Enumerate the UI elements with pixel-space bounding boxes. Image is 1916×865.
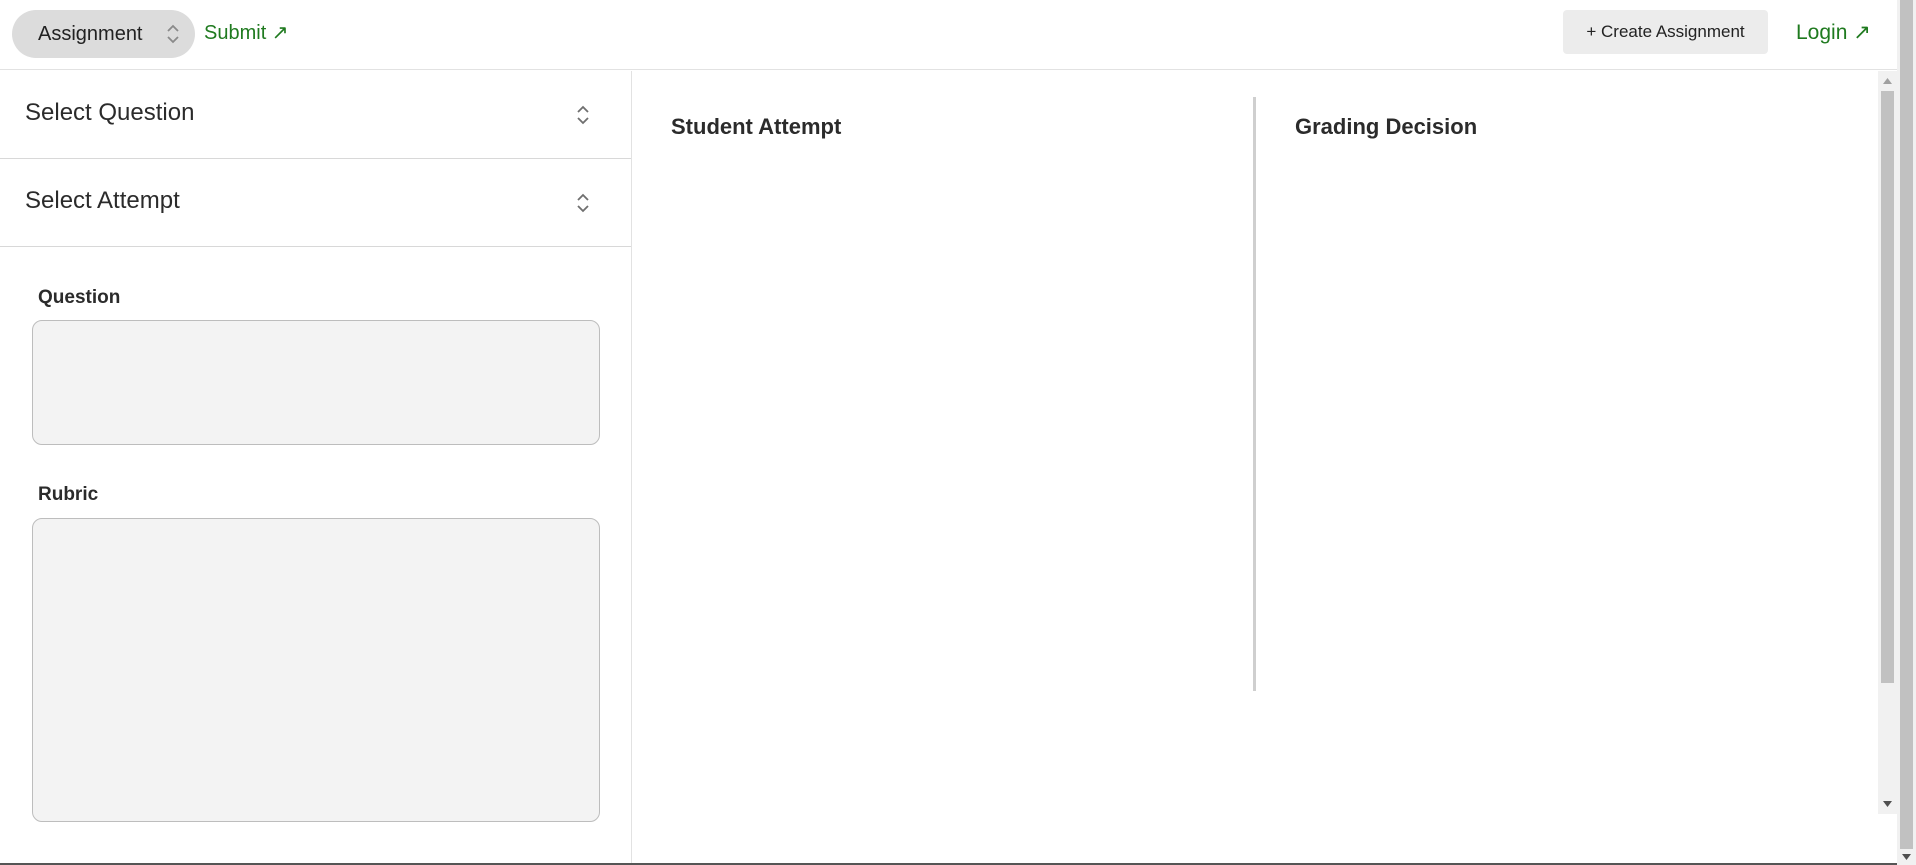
page-scroll-down-arrow-icon[interactable] (1897, 849, 1916, 865)
question-select-label: Select Question (25, 99, 195, 126)
page-scrollbar[interactable] (1897, 0, 1916, 865)
attempt-select[interactable]: Select Attempt (0, 159, 631, 247)
scroll-up-arrow-icon[interactable] (1878, 73, 1897, 89)
column-divider (1253, 97, 1256, 691)
login-link[interactable]: Login ↗ (1796, 20, 1871, 45)
attempt-select-label: Select Attempt (25, 187, 180, 214)
chevron-up-down-icon (167, 24, 179, 44)
rubric-label: Rubric (38, 484, 99, 505)
question-select[interactable]: Select Question (0, 71, 631, 159)
create-assignment-button[interactable]: + Create Assignment (1563, 10, 1768, 54)
content-scrollbar[interactable] (1878, 71, 1897, 814)
assignment-select[interactable]: Assignment (12, 10, 195, 58)
grading-decision-title: Grading Decision (1295, 114, 1478, 139)
question-textbox[interactable] (32, 320, 600, 445)
question-label: Question (38, 287, 121, 308)
student-attempt-title: Student Attempt (671, 114, 842, 139)
left-panel: Select Question Select Attempt Question … (0, 71, 632, 865)
page-scrollbar-thumb[interactable] (1900, 0, 1913, 849)
chevron-up-down-icon (577, 193, 589, 213)
scroll-down-arrow-icon[interactable] (1878, 796, 1897, 812)
top-navigation-bar: Assignment Submit ↗ + Create Assignment … (0, 0, 1897, 70)
rubric-textbox[interactable] (32, 518, 600, 822)
grading-area: Student Attempt Grading Decision (633, 71, 1878, 865)
submit-link[interactable]: Submit ↗ (204, 20, 289, 45)
chevron-up-down-icon (577, 105, 589, 125)
assignment-select-value: Assignment (38, 22, 143, 45)
content-scrollbar-thumb[interactable] (1881, 91, 1894, 683)
